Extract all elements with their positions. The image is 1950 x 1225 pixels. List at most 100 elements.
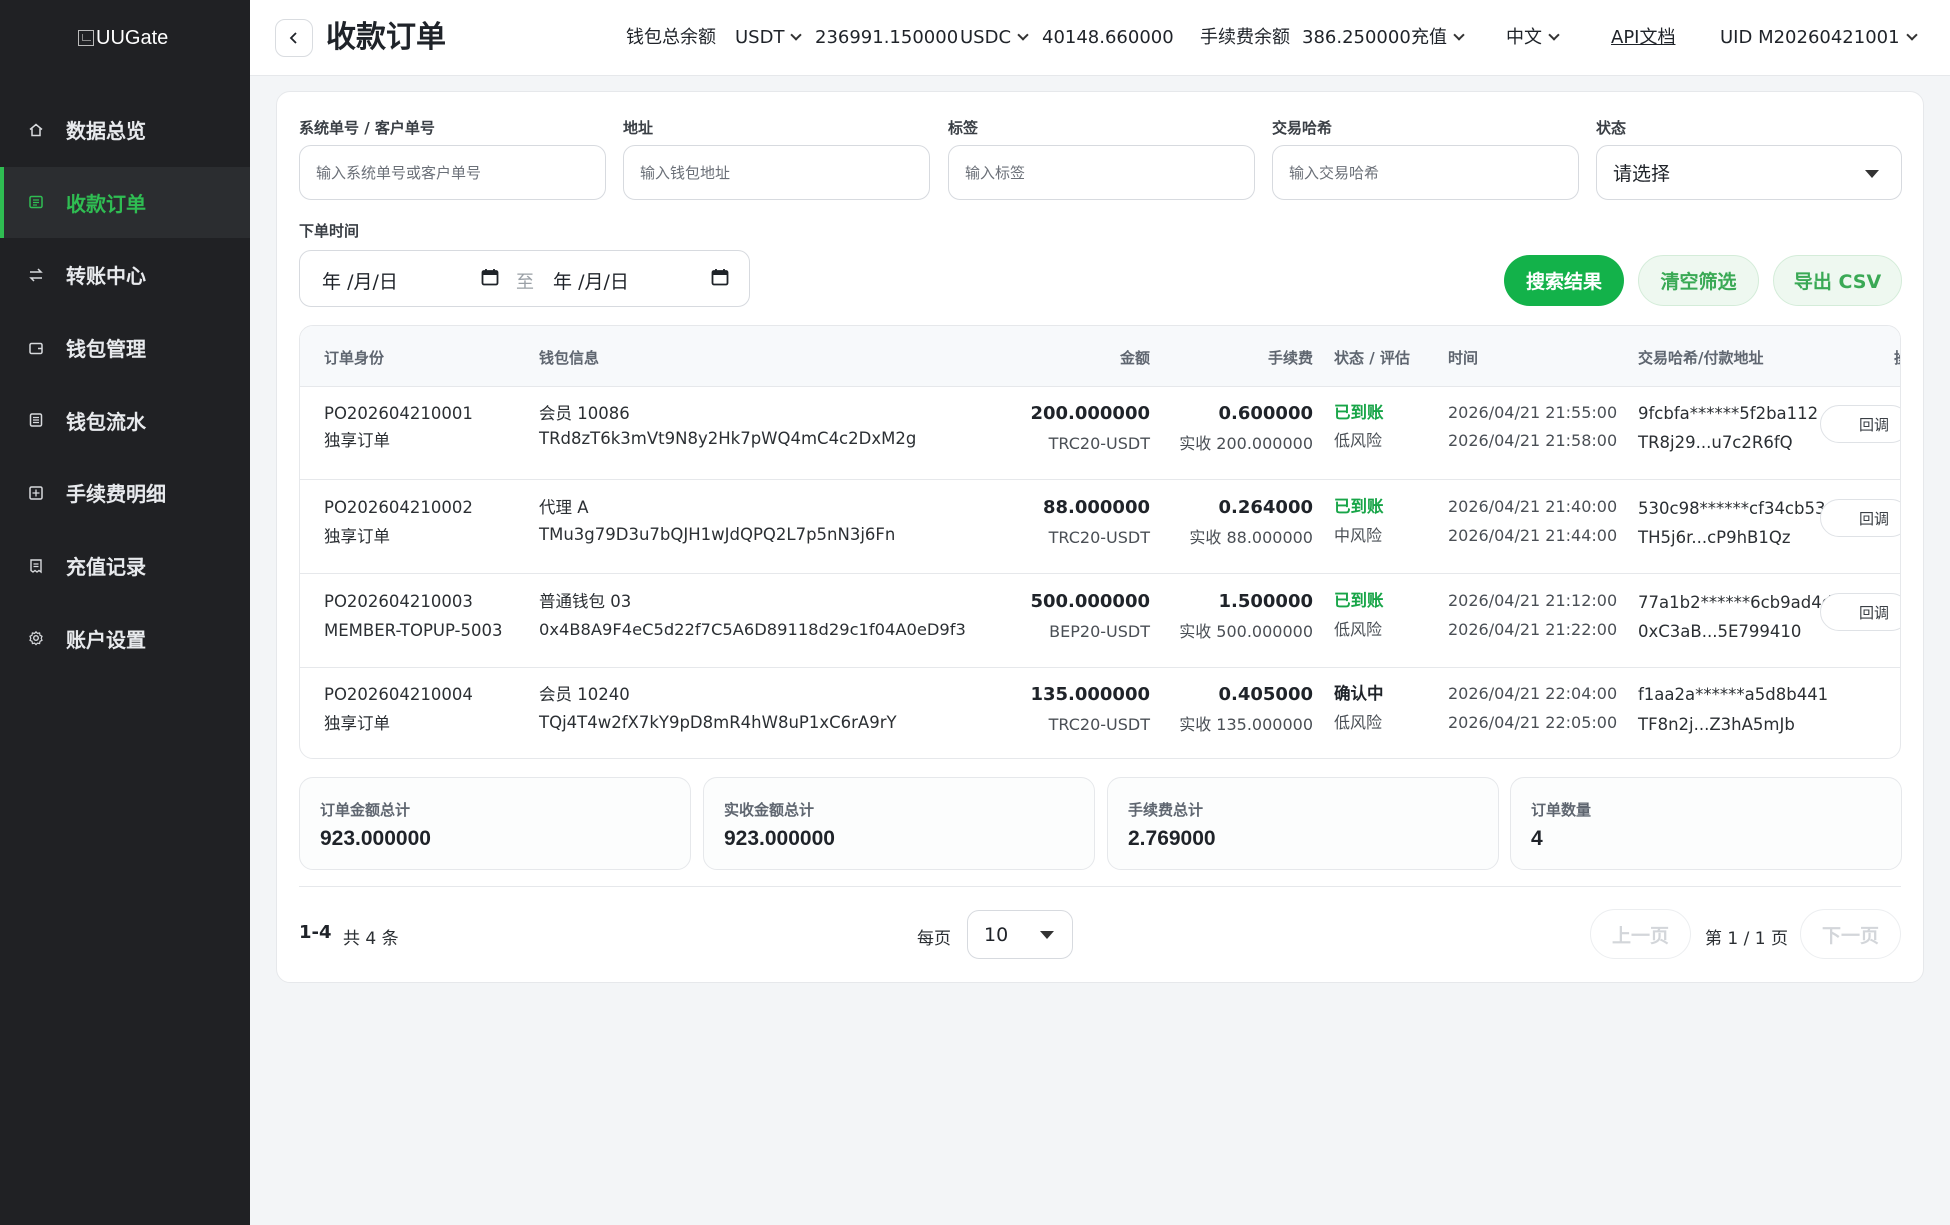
date-start-input[interactable]: 年 /月/日 [322,267,398,294]
callback-button[interactable]: 回调 [1820,499,1900,537]
order-received: 实收 88.000000 [1189,528,1313,547]
col-status: 状态 / 评估 [1334,349,1410,367]
payer-address[interactable]: TR8j29...u7c2R6fQ [1638,432,1793,454]
tx-hash[interactable]: f1aa2a******a5d8b441 [1638,684,1828,706]
sidebar-item-orders[interactable]: 收款订单 [0,166,250,238]
status-text: 已到账 [1334,591,1384,610]
wallet-address: 0x4B8A9F4eC5d22f7C5A6D89118d29c1f04A0eD9… [539,620,966,639]
table-row: PO202604210001 独享订单 会员 10086 TRd8zT6k3mV… [300,387,1900,480]
per-page-select[interactable]: 10 [967,910,1073,959]
chevron-down-icon [790,29,803,41]
order-no-input[interactable] [316,163,605,182]
tx-hash[interactable]: 9fcbfa******5f2ba112 [1638,403,1818,425]
risk-text: 低风险 [1334,620,1383,639]
page-title: 收款订单 [326,20,446,55]
time-created: 2026/04/21 21:55:00 [1448,403,1618,422]
tag-input[interactable] [965,163,1254,182]
usdc-label: USDC [960,27,1012,48]
sidebar-item-wallets[interactable]: 钱包管理 [0,312,250,383]
sidebar-item-label: 转账中心 [66,264,146,289]
col-wallet: 钱包信息 [539,349,600,367]
order-amount: 135.000000 [1030,684,1150,705]
wallet-icon [28,340,44,356]
payer-address[interactable]: TF8n2j...Z3hA5mJb [1638,714,1795,736]
summary-value: 2.769000 [1128,827,1216,850]
page-info: 第 1 / 1 页 [1705,929,1788,949]
callback-button[interactable]: 回调 [1820,593,1900,631]
sidebar-item-recharge[interactable]: 充值记录 [0,530,250,601]
wallet-name: 会员 10240 [539,685,630,704]
time-created: 2026/04/21 22:04:00 [1448,684,1618,703]
tag-field[interactable] [948,145,1255,200]
sidebar-item-fees[interactable]: 手续费明细 [0,457,250,528]
order-no-field[interactable] [299,145,606,200]
tx-hash-input[interactable] [1289,163,1578,182]
time-paid: 2026/04/21 22:05:00 [1448,713,1618,732]
order-received: 实收 135.000000 [1179,715,1313,734]
tx-hash[interactable]: 530c98******cf34cb53 [1638,498,1825,520]
wallet-name: 普通钱包 03 [539,592,632,611]
fee-balance-value: 386.250000 [1302,27,1411,48]
per-page-label: 每页 [917,929,951,949]
recharge-label: 充值 [1411,27,1447,48]
tx-hash[interactable]: 77a1b2******6cb9ad4d [1638,592,1832,614]
order-type: MEMBER-TOPUP-5003 [324,621,503,640]
usdt-selector[interactable]: USDT [735,26,803,50]
home-icon [28,122,44,138]
wallet-address: TRd8zT6k3mVt9N8y2Hk7pWQ4mC4c2DxM2g [539,429,917,448]
col-amount: 金额 [1119,349,1150,367]
export-csv-button[interactable]: 导出 CSV [1773,255,1902,306]
back-button[interactable] [275,19,313,57]
sidebar-item-label: 账户设置 [66,627,146,652]
sidebar-item-overview[interactable]: 数据总览 [0,94,250,165]
col-hash: 交易哈希/付款地址 [1638,349,1764,367]
order-fee: 0.264000 [1218,497,1313,518]
sidebar-item-label: 钱包流水 [66,409,146,434]
payer-address[interactable]: TH5j6r...cP9hB1Qz [1638,527,1791,549]
summary-value: 923.000000 [320,827,431,850]
next-page-button[interactable]: 下一页 [1800,909,1901,959]
search-button[interactable]: 搜索结果 [1504,255,1624,306]
table-row: PO202604210002 独享订单 代理 A TMu3g79D3u7bQJH… [300,481,1900,574]
usdc-selector[interactable]: USDC [960,26,1029,50]
sidebar-item-label: 收款订单 [66,191,146,216]
address-input[interactable] [640,163,929,182]
address-label: 地址 [623,119,654,137]
tx-hash-field[interactable] [1272,145,1579,200]
language-selector[interactable]: 中文 [1506,26,1560,50]
api-docs-link[interactable]: API文档 [1611,26,1675,50]
uid-menu[interactable]: UID M20260421001 [1720,26,1918,50]
payer-address[interactable]: 0xC3aB...5E799410 [1638,621,1801,643]
sidebar-item-ledger[interactable]: 钱包流水 [0,385,250,456]
address-field[interactable] [623,145,930,200]
date-end-input[interactable]: 年 /月/日 [553,267,629,294]
calendar-icon[interactable] [711,268,729,286]
status-select[interactable]: 请选择 [1596,145,1902,200]
status-select-value: 请选择 [1613,163,1671,185]
col-fee: 手续费 [1267,349,1313,367]
settings-icon [28,630,44,646]
time-created: 2026/04/21 21:12:00 [1448,591,1618,610]
recharge-menu[interactable]: 充值 [1411,26,1465,50]
receipt-icon [28,558,44,574]
sidebar-item-settings[interactable]: 账户设置 [0,603,250,674]
sidebar-item-transfer[interactable]: 转账中心 [0,239,250,310]
clear-filters-button[interactable]: 清空筛选 [1638,255,1759,306]
order-network: TRC20-USDT [1048,715,1150,734]
prev-page-button[interactable]: 上一页 [1590,909,1691,959]
tag-label: 标签 [948,119,979,137]
divider [299,886,1901,887]
date-start-year: 年 [322,271,342,293]
calendar-icon[interactable] [481,268,499,286]
callback-button[interactable]: 回调 [1820,405,1900,443]
order-amount: 500.000000 [1030,591,1150,612]
order-amount: 88.000000 [1042,497,1150,518]
order-fee: 0.405000 [1218,684,1313,705]
wallet-address: TQj4T4w2fX7kY9pD8mR4hW8uP1xC6rA9rY [539,713,897,732]
status-label: 状态 [1596,119,1627,137]
order-time-label: 下单时间 [299,222,360,240]
order-received: 实收 500.000000 [1179,622,1313,641]
summary-label: 订单金额总计 [320,801,411,819]
usdt-balance: 236991.150000 [815,27,959,48]
order-amount: 200.000000 [1030,403,1150,424]
